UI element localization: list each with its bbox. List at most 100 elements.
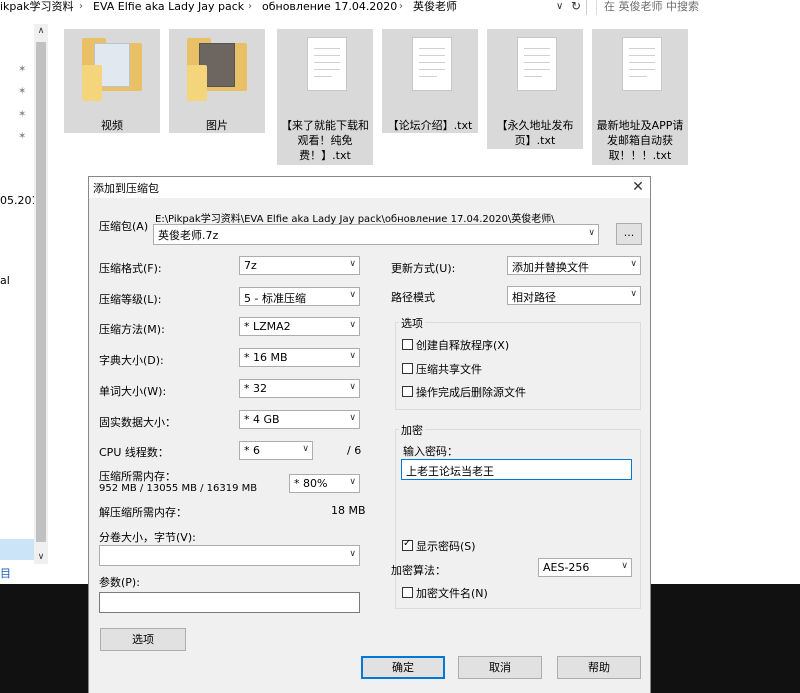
address-bar[interactable]: ikpak学习资料 › EVA Elfie aka Lady Jay pack … — [0, 0, 800, 15]
delete-after-checkbox[interactable]: 操作完成后删除源文件 — [402, 384, 526, 400]
refresh-icon[interactable]: ↻ — [571, 0, 581, 13]
checkbox-box[interactable] — [402, 587, 413, 598]
cpu-label: CPU 线程数： — [99, 446, 169, 459]
chevron-down-icon: ∨ — [349, 259, 356, 269]
dialog-title-bar[interactable]: 添加到压缩包 ✕ — [89, 177, 650, 198]
checkbox-box[interactable] — [402, 538, 413, 551]
scroll-up-icon[interactable]: ∧ — [34, 24, 48, 38]
breadcrumb-eva-pack[interactable]: EVA Elfie aka Lady Jay pack — [93, 0, 244, 14]
update-select[interactable]: 添加并替换文件 ∨ — [507, 256, 641, 275]
format-select[interactable]: 7z ∨ — [239, 256, 360, 275]
path-mode-select[interactable]: 相对路径 ∨ — [507, 286, 641, 305]
checkbox-box[interactable] — [402, 363, 413, 374]
params-label: 参数(P): — [99, 576, 140, 589]
update-value: 添加并替换文件 — [512, 261, 589, 274]
show-password-label: 显示密码(S) — [416, 540, 476, 553]
file-label: 最新地址及APP请发邮箱自动获取！！！.txt — [596, 119, 684, 162]
browse-button[interactable]: ... — [616, 223, 642, 245]
dict-select[interactable]: * 16 MB ∨ — [239, 348, 360, 367]
chevron-down-icon[interactable]: ∨ — [556, 0, 563, 14]
method-select[interactable]: * LZMA2 ∨ — [239, 317, 360, 336]
nav-item-al[interactable]: al — [0, 274, 10, 287]
file-item-pictures-folder[interactable]: 图片 — [169, 29, 265, 133]
text-file-icon — [412, 37, 452, 91]
file-label: 【论坛介绍】.txt — [387, 119, 473, 132]
mem-percent-value: * 80% — [294, 477, 328, 490]
update-label: 更新方式(U): — [391, 262, 456, 275]
archive-label: 压缩包(A) — [99, 220, 149, 233]
scroll-thumb[interactable] — [36, 42, 46, 542]
chevron-right-icon: › — [79, 1, 83, 12]
encryption-group-title: 加密 — [399, 422, 425, 438]
chevron-down-icon: ∨ — [349, 413, 356, 423]
text-file-icon — [517, 37, 557, 91]
search-input[interactable]: 在 英俊老师 中搜索 — [596, 0, 800, 15]
cpu-max: / 6 — [347, 444, 362, 457]
show-password-checkbox[interactable]: 显示密码(S) — [402, 538, 476, 554]
chevron-down-icon: ∨ — [349, 477, 356, 487]
pin-icon: ✶ — [18, 86, 27, 97]
chevron-down-icon: ∨ — [630, 259, 637, 269]
file-item-txt[interactable]: 【来了就能下载和观看！纯免费！】.txt — [277, 29, 373, 165]
cpu-select[interactable]: * 6 ∨ — [239, 441, 313, 460]
shared-checkbox[interactable]: 压缩共享文件 — [402, 361, 482, 377]
chevron-right-icon: › — [399, 1, 403, 12]
word-value: * 32 — [244, 382, 267, 395]
enc-method-value: AES-256 — [543, 561, 590, 574]
mem-label: 压缩所需内存： — [99, 470, 176, 483]
breadcrumb-current[interactable]: 英俊老师 — [413, 0, 457, 14]
dict-label: 字典大小(D): — [99, 354, 164, 367]
word-select[interactable]: * 32 ∨ — [239, 379, 360, 398]
checkbox-box[interactable] — [402, 386, 413, 397]
chevron-down-icon[interactable]: ∨ — [349, 549, 356, 559]
chevron-right-icon: › — [248, 1, 252, 12]
cancel-button[interactable]: 取消 — [458, 656, 542, 679]
scroll-down-icon[interactable]: ∨ — [34, 550, 48, 564]
text-file-icon — [622, 37, 662, 91]
chevron-down-icon[interactable]: ∨ — [588, 228, 595, 238]
pin-icon: ✶ — [18, 131, 27, 142]
chevron-down-icon: ∨ — [630, 289, 637, 299]
level-value: 5 - 标准压缩 — [244, 292, 306, 305]
mem-detail: 952 MB / 13055 MB / 16319 MB — [99, 483, 258, 494]
chevron-down-icon: ∨ — [621, 561, 628, 571]
password-label: 输入密码： — [403, 445, 458, 458]
enc-method-select[interactable]: AES-256 ∨ — [538, 558, 632, 577]
file-item-txt[interactable]: 【永久地址发布页】.txt — [487, 29, 583, 149]
navigation-scrollbar[interactable]: ∧ ∨ — [34, 24, 48, 564]
breadcrumb-update[interactable]: обновление 17.04.2020 — [262, 0, 397, 14]
options-button[interactable]: 选项 — [100, 628, 186, 651]
solid-select[interactable]: * 4 GB ∨ — [239, 410, 360, 429]
file-label: 图片 — [206, 119, 228, 132]
split-combo[interactable]: ∨ — [99, 545, 360, 566]
folder-icon-front — [187, 65, 207, 101]
level-select[interactable]: 5 - 标准压缩 ∨ — [239, 287, 360, 306]
method-value: * LZMA2 — [244, 320, 291, 333]
password-input[interactable]: 上老王论坛当老王 — [401, 459, 632, 480]
nav-item-selected[interactable] — [0, 539, 34, 560]
format-label: 压缩格式(F): — [99, 262, 162, 275]
params-input[interactable] — [99, 592, 360, 613]
file-item-videos-folder[interactable]: 视频 — [64, 29, 160, 133]
sfx-checkbox[interactable]: 创建自释放程序(X) — [402, 337, 509, 353]
word-label: 单词大小(W): — [99, 385, 167, 398]
close-icon[interactable]: ✕ — [629, 178, 647, 196]
file-item-txt[interactable]: 最新地址及APP请发邮箱自动获取！！！.txt — [592, 29, 688, 165]
pin-icon: ✶ — [18, 64, 27, 75]
chevron-down-icon: ∨ — [349, 290, 356, 300]
archive-name-combo[interactable]: 英俊老师.7z ∨ — [153, 224, 599, 245]
text-file-icon — [307, 37, 347, 91]
password-value: 上老王论坛当老王 — [406, 465, 494, 478]
file-item-txt[interactable]: 【论坛介绍】.txt — [382, 29, 478, 133]
mem-percent-select[interactable]: * 80% ∨ — [289, 474, 360, 493]
decomp-label: 解压缩所需内存： — [99, 506, 187, 519]
archive-name-value: 英俊老师.7z — [158, 229, 219, 242]
ok-button[interactable]: 确定 — [361, 656, 445, 679]
encrypt-names-checkbox[interactable]: 加密文件名(N) — [402, 585, 488, 601]
breadcrumb-pikpak[interactable]: ikpak学习资料 — [0, 0, 74, 14]
chevron-down-icon: ∨ — [349, 320, 356, 330]
checkbox-box[interactable] — [402, 339, 413, 350]
sfx-label: 创建自释放程序(X) — [416, 339, 510, 352]
help-button[interactable]: 帮助 — [557, 656, 641, 679]
nav-item-mu[interactable]: 目 — [0, 565, 11, 581]
